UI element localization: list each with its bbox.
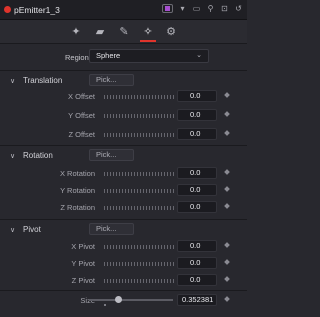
value-field[interactable]: 0.0: [177, 257, 217, 269]
style-icon: ▰: [95, 26, 105, 38]
pick-button[interactable]: Pick...: [89, 74, 134, 86]
value-slider[interactable]: [104, 279, 174, 283]
dropdown-icon[interactable]: ▾: [178, 4, 187, 13]
active-tab-indicator: [140, 40, 156, 42]
y-offset-row: Y Offset 0.0: [0, 109, 247, 123]
divider: [0, 70, 247, 71]
settings-icon: ⚙: [166, 26, 176, 38]
pick-button[interactable]: Pick...: [89, 223, 134, 235]
z-rotation-row: Z Rotation 0.0: [0, 201, 247, 215]
section-title: Pivot: [23, 225, 41, 234]
node-header: pEmitter1_3 ▾ ▭ ⚲ ⊡ ↺: [0, 0, 247, 20]
param-label: Y Offset: [68, 111, 95, 120]
value-field[interactable]: 0.0: [177, 90, 217, 102]
section-rotation[interactable]: ∨ Rotation Pick...: [0, 149, 247, 164]
section-title: Translation: [23, 76, 63, 85]
x-offset-row: X Offset 0.0: [0, 90, 247, 104]
divider: [0, 145, 247, 146]
value-slider[interactable]: [104, 189, 174, 193]
value-slider[interactable]: [104, 133, 174, 137]
lock-icon[interactable]: ⊡: [220, 4, 229, 13]
y-pivot-row: Y Pivot 0.0: [0, 257, 247, 271]
x-rotation-row: X Rotation 0.0: [0, 167, 247, 181]
value-field[interactable]: 0.0: [177, 184, 217, 196]
divider: [0, 290, 247, 291]
value-field[interactable]: 0.352381: [177, 294, 217, 306]
keyframe-icon[interactable]: [224, 186, 230, 192]
brush-icon: ✎: [119, 26, 129, 38]
z-pivot-row: Z Pivot 0.0: [0, 274, 247, 288]
value-slider[interactable]: [104, 95, 174, 99]
chevron-down-icon: ⌄: [196, 52, 202, 59]
value-slider[interactable]: [104, 262, 174, 266]
window-icon[interactable]: ▭: [192, 4, 201, 13]
node-status-icon[interactable]: [4, 6, 11, 13]
region-icon: ✧: [143, 26, 153, 38]
param-label: X Pivot: [71, 242, 95, 251]
tab-brush[interactable]: ✎: [116, 25, 132, 39]
region-select[interactable]: Sphere ⌄: [89, 49, 209, 63]
param-label: Y Pivot: [71, 259, 95, 268]
value-field[interactable]: 0.0: [177, 109, 217, 121]
value-slider[interactable]: [104, 206, 174, 210]
default-value-marker: [104, 304, 106, 306]
size-slider-handle[interactable]: [114, 296, 122, 303]
z-offset-row: Z Offset 0.0: [0, 128, 247, 142]
inspector-tabs: ✦ ▰ ✎ ✧ ⚙: [0, 20, 247, 44]
value-slider[interactable]: [104, 114, 174, 118]
emitter-icon: ✦: [71, 26, 81, 38]
chevron-down-icon[interactable]: ∨: [10, 152, 15, 160]
section-translation[interactable]: ∨ Translation Pick...: [0, 74, 247, 89]
chevron-down-icon[interactable]: ∨: [10, 226, 15, 234]
keyframe-icon[interactable]: [224, 203, 230, 209]
x-pivot-row: X Pivot 0.0: [0, 240, 247, 254]
section-pivot[interactable]: ∨ Pivot Pick...: [0, 223, 247, 238]
param-label: Y Rotation: [60, 186, 95, 195]
region-value: Sphere: [96, 51, 121, 60]
chevron-down-icon[interactable]: ∨: [10, 77, 15, 85]
value-field[interactable]: 0.0: [177, 240, 217, 252]
header-toolbar: ▾ ▭ ⚲ ⊡ ↺: [162, 4, 243, 13]
keyframe-icon[interactable]: [224, 242, 230, 248]
pin-icon[interactable]: ⚲: [206, 4, 215, 13]
keyframe-icon[interactable]: [224, 296, 230, 302]
value-field[interactable]: 0.0: [177, 128, 217, 140]
value-field[interactable]: 0.0: [177, 274, 217, 286]
pick-button[interactable]: Pick...: [89, 149, 134, 161]
tab-region[interactable]: ✧: [140, 25, 156, 39]
param-label: Z Pivot: [71, 276, 95, 285]
size-slider-track[interactable]: [89, 299, 173, 301]
keyframe-icon[interactable]: [224, 92, 230, 98]
keyframe-icon[interactable]: [224, 111, 230, 117]
param-label: Z Offset: [68, 130, 95, 139]
value-slider[interactable]: [104, 172, 174, 176]
keyframe-icon[interactable]: [224, 169, 230, 175]
node-title: pEmitter1_3: [14, 4, 60, 15]
region-label: Region: [65, 53, 89, 62]
param-label: X Offset: [68, 92, 95, 101]
tab-style[interactable]: ▰: [92, 25, 108, 39]
section-title: Rotation: [23, 151, 53, 160]
divider: [0, 219, 247, 220]
tab-settings[interactable]: ⚙: [163, 25, 179, 39]
tab-controls[interactable]: ✦: [68, 25, 84, 39]
value-slider[interactable]: [104, 245, 174, 249]
reset-icon[interactable]: ↺: [234, 4, 243, 13]
color-swatch-icon[interactable]: [162, 4, 173, 13]
keyframe-icon[interactable]: [224, 259, 230, 265]
param-label: X Rotation: [59, 169, 95, 178]
keyframe-icon[interactable]: [224, 276, 230, 282]
value-field[interactable]: 0.0: [177, 167, 217, 179]
keyframe-icon[interactable]: [224, 130, 230, 136]
y-rotation-row: Y Rotation 0.0: [0, 184, 247, 198]
value-field[interactable]: 0.0: [177, 201, 217, 213]
param-label: Z Rotation: [60, 203, 95, 212]
size-row: Size 0.352381: [0, 294, 247, 308]
